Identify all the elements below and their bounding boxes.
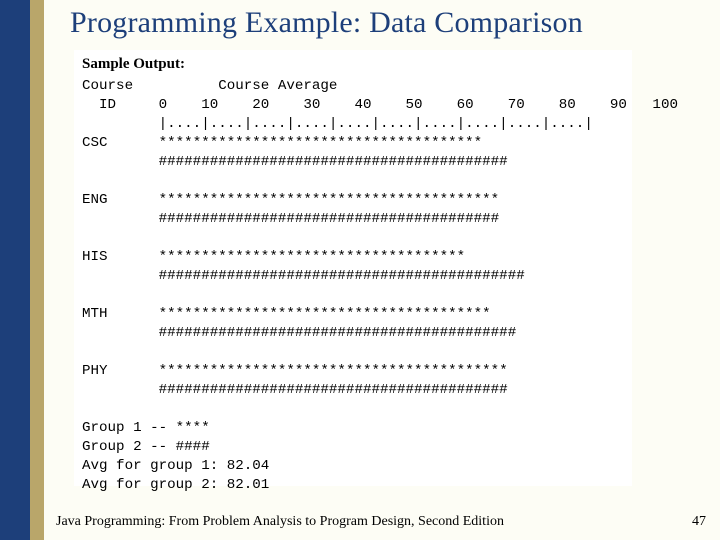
footer-text: Java Programming: From Problem Analysis …	[56, 514, 504, 530]
output-scale-labels: ID 0 10 20 30 40 50 60 70 80 90 100	[82, 96, 624, 115]
row-gap	[82, 229, 624, 248]
sample-output-box: Sample Output: Course Course Average ID …	[74, 50, 632, 486]
course-id: HIS	[82, 249, 108, 265]
output-header-line: Course Course Average	[82, 77, 624, 96]
row-bar2: ########################################…	[159, 268, 525, 284]
row-id: CSC ************************************…	[82, 134, 624, 153]
row-bar2: ########################################…	[159, 325, 517, 341]
row-bar1: ****************************************	[159, 192, 500, 208]
row-bar2-line: ########################################…	[82, 153, 624, 172]
page-number: 47	[692, 514, 706, 530]
row-bar1: ****************************************…	[159, 363, 508, 379]
row-bar2-line: ########################################…	[82, 324, 624, 343]
row-bar2: ########################################	[159, 211, 500, 227]
row-bar2-line: ########################################	[82, 210, 624, 229]
row-gap	[82, 286, 624, 305]
row-id: ENG ************************************…	[82, 191, 624, 210]
slide: Programming Example: Data Comparison Sam…	[0, 0, 720, 540]
course-id: ENG	[82, 192, 108, 208]
legend-avg2: Avg for group 2: 82.01	[82, 476, 624, 495]
row-gap	[82, 172, 624, 191]
sidebar-decoration	[0, 0, 44, 540]
output-scale-ticks: |....|....|....|....|....|....|....|....…	[82, 115, 624, 134]
row-bar2: ########################################…	[159, 154, 508, 170]
row-bar1: **************************************	[159, 135, 483, 151]
row-id: HIS ************************************	[82, 248, 624, 267]
legend-group1: Group 1 -- ****	[82, 419, 624, 438]
row-bar1: ************************************	[159, 249, 466, 265]
course-id: MTH	[82, 306, 108, 322]
row-gap	[82, 343, 624, 362]
row-bar1: ***************************************	[159, 306, 491, 322]
sidebar-gold-stripe	[30, 0, 44, 540]
legend-avg1: Avg for group 1: 82.04	[82, 457, 624, 476]
row-bar2-line: ########################################…	[82, 381, 624, 400]
row-bar2-line: ########################################…	[82, 267, 624, 286]
sample-output-label: Sample Output:	[82, 56, 624, 73]
row-gap	[82, 400, 624, 419]
sidebar-blue-stripe	[0, 0, 30, 540]
legend-group2: Group 2 -- ####	[82, 438, 624, 457]
slide-title: Programming Example: Data Comparison	[70, 6, 583, 40]
row-id: PHY ************************************…	[82, 362, 624, 381]
course-id: PHY	[82, 363, 108, 379]
course-id: CSC	[82, 135, 108, 151]
row-bar2: ########################################…	[159, 382, 508, 398]
row-id: MTH ************************************…	[82, 305, 624, 324]
